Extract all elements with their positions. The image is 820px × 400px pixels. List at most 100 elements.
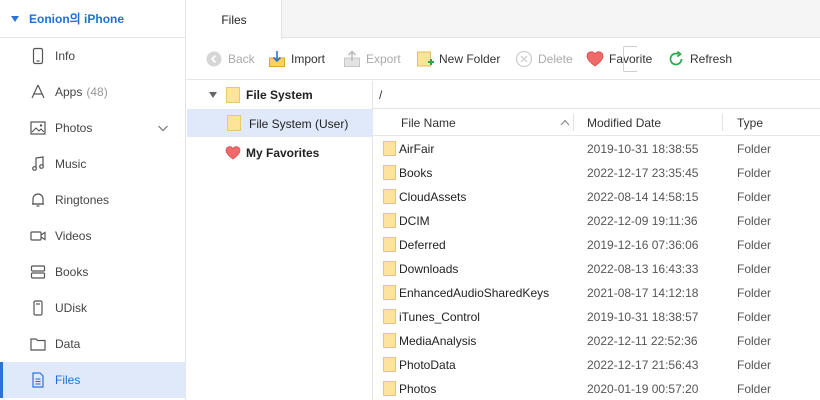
folder-icon [227, 115, 241, 131]
sidebar-item-label: Videos [55, 229, 92, 243]
tab-bar: Files [187, 0, 820, 39]
table-row[interactable]: MediaAnalysis 2022-12-11 22:52:36 Folder [373, 329, 820, 353]
sidebar-item-udisk[interactable]: UDisk [0, 290, 186, 326]
file-name-cell: Photos [399, 382, 437, 396]
sidebar-item-data[interactable]: Data [0, 326, 186, 362]
file-date-cell: 2022-12-09 19:11:36 [587, 214, 698, 228]
tree-node-file-system-user[interactable]: File System (User) [187, 109, 373, 137]
sidebar-item-info[interactable]: Info [0, 38, 186, 74]
column-header-type[interactable]: Type [737, 116, 763, 130]
column-divider[interactable] [573, 114, 574, 131]
file-name-cell: Deferred [399, 238, 446, 252]
new-folder-button[interactable]: New Folder [416, 50, 500, 68]
file-type-cell: Folder [737, 382, 772, 396]
apps-count: (48) [86, 85, 108, 99]
file-type-cell: Folder [737, 238, 772, 252]
import-button[interactable]: Import [268, 50, 325, 68]
sidebar-item-label: Photos [55, 121, 93, 135]
back-button[interactable]: Back [205, 50, 255, 68]
column-header-date[interactable]: Modified Date [587, 116, 661, 130]
bell-icon [32, 193, 44, 207]
tree-node-my-favorites[interactable]: My Favorites [187, 139, 373, 167]
export-icon [344, 50, 360, 67]
export-button[interactable]: Export [343, 50, 401, 68]
new-folder-label: New Folder [439, 52, 501, 66]
file-name-cell: MediaAnalysis [399, 334, 477, 348]
table-row[interactable]: Downloads 2022-08-13 16:43:33 Folder [373, 257, 820, 281]
file-list-header: File Name Modified Date Type [373, 109, 820, 136]
folder-icon [383, 165, 396, 180]
import-label: Import [291, 52, 326, 66]
file-name-cell: DCIM [399, 214, 430, 228]
tree-node-label: File System [246, 88, 313, 102]
sidebar-item-ringtones[interactable]: Ringtones [0, 182, 186, 218]
current-path: / [379, 88, 383, 102]
file-type-cell: Folder [737, 166, 772, 180]
apps-icon [31, 84, 45, 99]
sidebar-item-books[interactable]: Books [0, 254, 186, 290]
heart-icon [586, 51, 604, 67]
file-date-cell: 2019-12-16 07:36:06 [587, 238, 699, 252]
tree-node-label: File System (User) [249, 117, 349, 131]
sidebar-item-label-wrap: Apps (48) [55, 85, 108, 99]
export-label: Export [366, 52, 401, 66]
file-date-cell: 2019-10-31 18:38:57 [587, 310, 699, 324]
delete-label: Delete [538, 52, 573, 66]
sidebar: Eonion의 iPhone Info Apps (48) Photos Musi… [0, 0, 186, 400]
sidebar-item-label: Files [55, 373, 81, 387]
file-date-cell: 2022-08-13 16:43:33 [587, 262, 699, 276]
sidebar-item-apps[interactable]: Apps (48) [0, 74, 186, 110]
back-icon [206, 51, 222, 67]
table-row[interactable]: DCIM 2022-12-09 19:11:36 Folder [373, 209, 820, 233]
table-row[interactable]: iTunes_Control 2019-10-31 18:38:57 Folder [373, 305, 820, 329]
table-row[interactable]: Photos 2020-01-19 00:57:20 Folder [373, 377, 820, 400]
file-date-cell: 2022-12-17 23:35:45 [587, 166, 699, 180]
sidebar-item-label: Music [55, 157, 87, 171]
path-bar[interactable]: / [373, 81, 820, 109]
refresh-button[interactable]: Refresh [667, 50, 732, 68]
favorite-button[interactable]: Favorite [586, 50, 652, 68]
delete-button[interactable]: Delete [515, 50, 573, 68]
refresh-label: Refresh [690, 52, 733, 66]
file-type-cell: Folder [737, 358, 772, 372]
search-input[interactable] [623, 46, 637, 72]
tree-node-file-system[interactable]: File System [187, 81, 373, 109]
sidebar-item-videos[interactable]: Videos [0, 218, 186, 254]
file-type-cell: Folder [737, 286, 772, 300]
caret-down-icon [11, 15, 19, 22]
device-name: Eonion의 iPhone [29, 12, 125, 26]
table-row[interactable]: AirFair 2019-10-31 18:38:55 Folder [373, 137, 820, 161]
sidebar-item-files[interactable]: Files [0, 362, 186, 398]
column-divider[interactable] [722, 114, 723, 131]
file-list: File Name Modified Date Type AirFair 2019… [373, 109, 820, 400]
folder-icon [383, 285, 396, 300]
table-row[interactable]: Books 2022-12-17 23:35:45 Folder [373, 161, 820, 185]
refresh-icon [669, 50, 683, 66]
tab-files[interactable]: Files [187, 0, 282, 39]
file-name-cell: AirFair [399, 142, 435, 156]
video-icon [30, 231, 46, 241]
udisk-icon [33, 300, 43, 316]
table-row[interactable]: CloudAssets 2022-08-14 14:58:15 Folder [373, 185, 820, 209]
file-date-cell: 2022-12-11 22:52:36 [587, 334, 698, 348]
caret-down-icon[interactable] [209, 92, 217, 98]
sort-up-icon [560, 119, 570, 126]
device-selector[interactable]: Eonion의 iPhone [0, 0, 186, 38]
sidebar-item-label: Books [55, 265, 89, 279]
photo-icon [30, 121, 46, 135]
folder-tree: File System File System (User) My Favori… [187, 81, 373, 400]
folder-icon [383, 237, 396, 252]
sidebar-item-label: UDisk [55, 301, 87, 315]
table-row[interactable]: Deferred 2019-12-16 07:36:06 Folder [373, 233, 820, 257]
sidebar-item-photos[interactable]: Photos [0, 110, 186, 146]
file-date-cell: 2022-08-14 14:58:15 [587, 190, 699, 204]
file-date-cell: 2020-01-19 00:57:20 [587, 382, 699, 396]
table-row[interactable]: EnhancedAudioSharedKeys 2021-08-17 14:12:… [373, 281, 820, 305]
column-header-name[interactable]: File Name [401, 116, 456, 130]
folder-icon [383, 213, 396, 228]
chevron-down-icon[interactable] [157, 122, 169, 134]
table-row[interactable]: PhotoData 2022-12-17 21:56:43 Folder [373, 353, 820, 377]
file-type-cell: Folder [737, 214, 772, 228]
file-type-cell: Folder [737, 190, 772, 204]
sidebar-item-music[interactable]: Music [0, 146, 186, 182]
